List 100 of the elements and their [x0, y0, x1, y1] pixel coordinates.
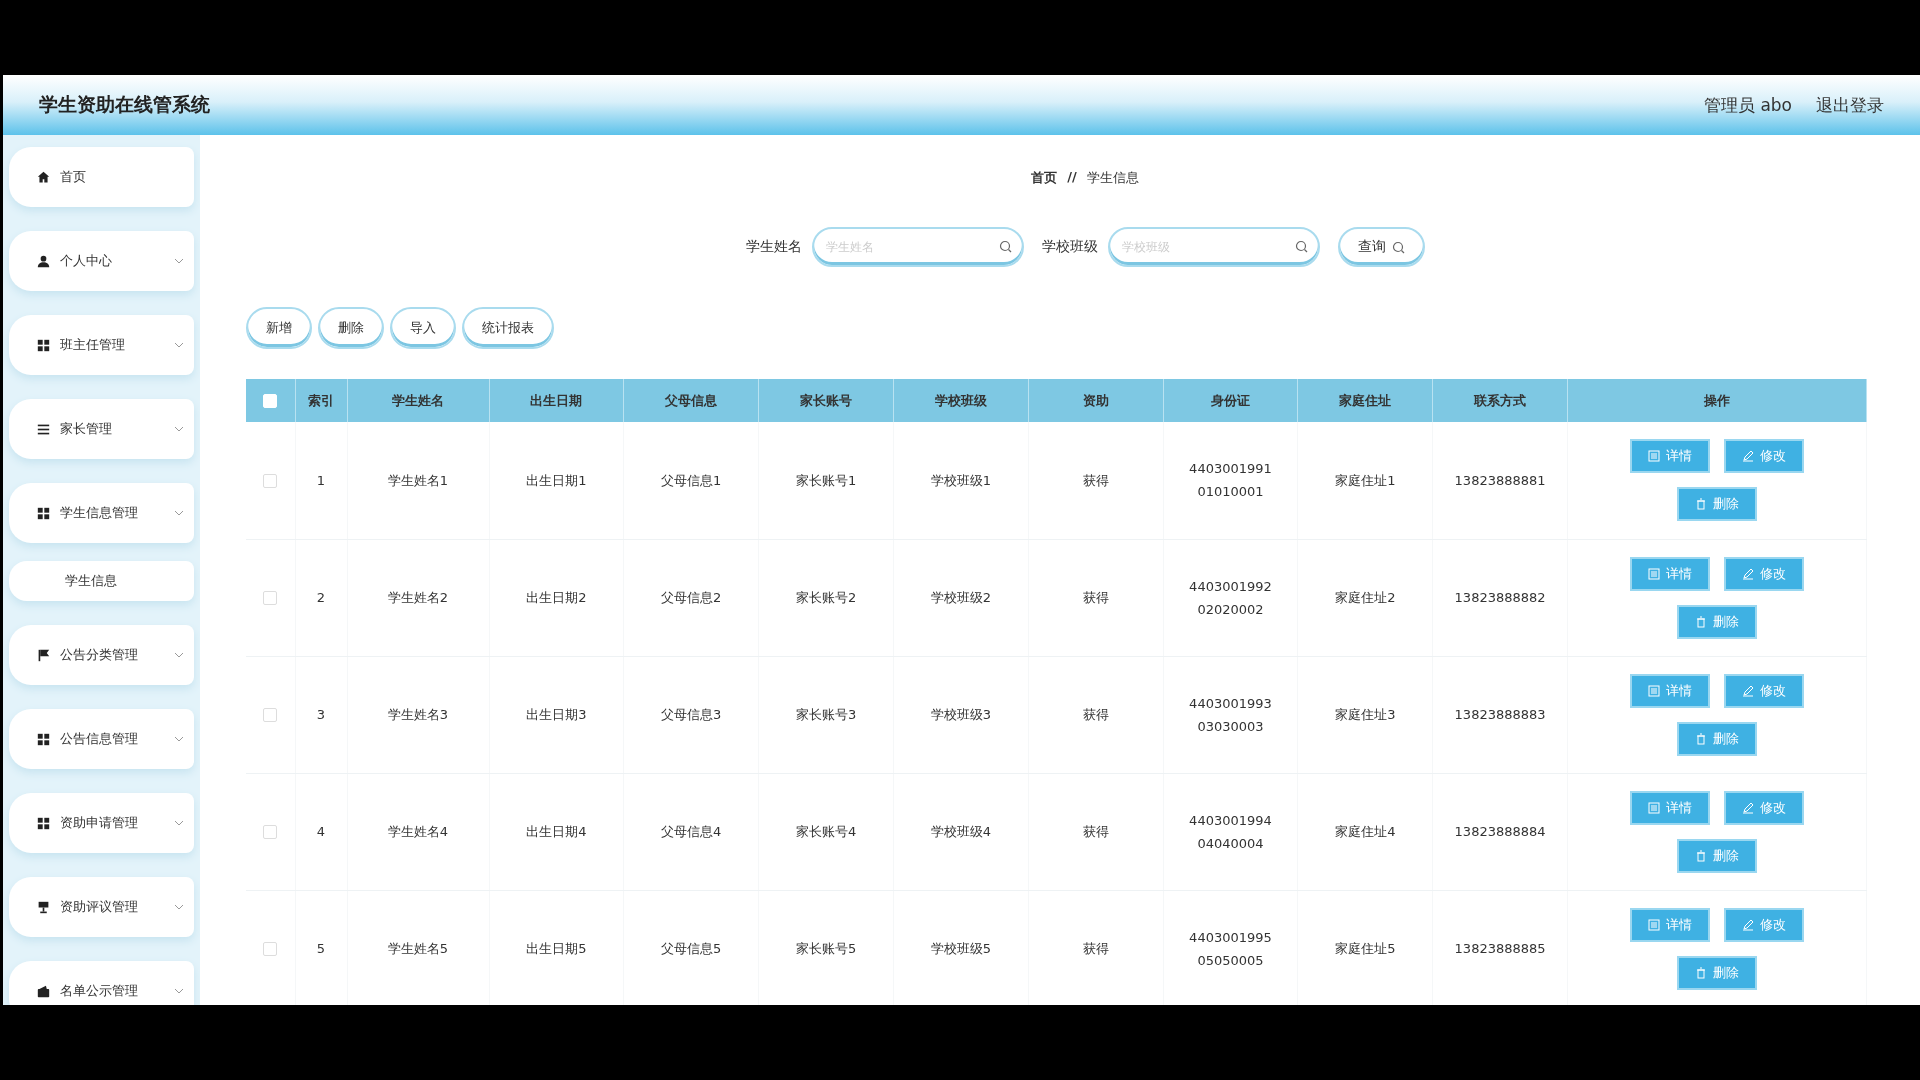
column-header: 操作	[1567, 379, 1867, 422]
column-header: 家长账号	[758, 379, 894, 422]
table-cell-text: 父母信息3	[660, 706, 723, 724]
document-icon	[1648, 684, 1660, 697]
select-all-checkbox[interactable]	[263, 394, 278, 409]
column-header: 学校班级	[893, 379, 1029, 422]
table-cell-text: 学生姓名5	[386, 940, 450, 958]
column-header: 索引	[295, 379, 347, 422]
column-header: 家庭住址	[1297, 379, 1433, 422]
sidebar-item[interactable]: 班主任管理	[9, 315, 194, 375]
chevron-icon	[174, 508, 184, 518]
user-icon	[37, 254, 50, 268]
sidebar-item[interactable]: 学生信息管理	[9, 483, 194, 543]
table-cell-text: 4	[315, 823, 327, 841]
table-cell-text: 父母信息4	[660, 823, 723, 841]
trash-icon	[1695, 849, 1707, 862]
app-title: 学生资助在线管系统	[39, 92, 210, 117]
row-checkbox[interactable]	[263, 591, 278, 606]
column-header: 联系方式	[1432, 379, 1568, 422]
flag-icon	[37, 648, 50, 662]
breadcrumb-item[interactable]: 首页	[1031, 169, 1058, 187]
table-cell-text: 出生日期3	[525, 706, 588, 724]
chevron-icon	[174, 902, 184, 912]
table-cell-text: 获得	[1081, 589, 1110, 607]
table-cell-text: 学校班级4	[929, 823, 992, 841]
table-cell-text: 父母信息5	[660, 940, 723, 958]
user-name: 管理员 abo	[1704, 93, 1792, 117]
search-icon	[1294, 240, 1308, 253]
pencil-icon	[1742, 801, 1754, 814]
search-button[interactable]: 查询	[1337, 227, 1425, 267]
table-cell-text: 学生姓名4	[386, 823, 450, 841]
table-cell-text: 13823888881	[1453, 471, 1547, 490]
chevron-icon	[174, 818, 184, 828]
pencil-icon	[1742, 567, 1754, 580]
trash-icon	[1695, 966, 1707, 979]
pencil-icon	[1742, 450, 1754, 463]
sidebar-item[interactable]: 个人中心	[9, 231, 194, 291]
sidebar-item[interactable]: 公告分类管理	[9, 625, 194, 685]
search-icon	[1391, 240, 1405, 254]
table-cell-text: 学生姓名3	[386, 706, 450, 724]
table-cell-text: 家长账号5	[794, 940, 858, 958]
sidebar-item[interactable]: 首页	[9, 147, 194, 207]
sidebar-item[interactable]: 名单公示管理	[9, 961, 194, 1005]
sidebar-item[interactable]: 公告信息管理	[9, 709, 194, 769]
table-cell-text: 家庭住址2	[1334, 589, 1397, 607]
column-header: 父母信息	[623, 379, 759, 422]
row-checkbox[interactable]	[263, 942, 278, 957]
action-button[interactable]: 统计报表	[462, 307, 554, 349]
sidebar-item[interactable]: 资助评议管理	[9, 877, 194, 937]
table-cell-text: 1	[315, 471, 327, 490]
table-cell-text: 5	[315, 940, 327, 958]
table-cell-text: 出生日期5	[525, 940, 588, 958]
table-cell-text: 440300199505050005	[1188, 928, 1273, 970]
chevron-icon	[174, 256, 184, 266]
table-cell-text: 获得	[1081, 823, 1110, 841]
table-cell-text: 学校班级2	[929, 589, 992, 607]
document-icon	[1648, 801, 1660, 814]
action-button[interactable]: 删除	[318, 307, 384, 349]
list-icon	[37, 422, 50, 436]
sidebar-item[interactable]: 家长管理	[9, 399, 194, 459]
document-icon	[1648, 567, 1660, 580]
table-cell-text: 13823888885	[1453, 940, 1547, 958]
table-cell-text: 家庭住址5	[1334, 940, 1397, 958]
column-header: 出生日期	[489, 379, 624, 422]
home-icon	[37, 170, 50, 184]
table-cell-text: 13823888882	[1453, 589, 1547, 607]
podium-icon	[37, 900, 50, 914]
sidebar-item[interactable]: 资助申请管理	[9, 793, 194, 853]
grid-icon	[37, 506, 50, 520]
chevron-icon	[174, 734, 184, 744]
action-button[interactable]: 新增	[246, 307, 312, 349]
row-checkbox[interactable]	[263, 474, 278, 488]
table-cell-text: 3	[315, 706, 327, 724]
grid-icon	[37, 816, 50, 830]
table-cell-text: 获得	[1081, 940, 1110, 958]
wallet-icon	[37, 984, 50, 998]
trash-icon	[1695, 732, 1707, 745]
table-cell-text: 父母信息1	[660, 471, 723, 490]
trash-icon	[1695, 615, 1707, 628]
column-header: 身份证	[1163, 379, 1298, 422]
table-cell-text: 父母信息2	[660, 589, 723, 607]
pencil-icon	[1742, 918, 1754, 931]
table-cell-text: 学生姓名2	[386, 589, 450, 607]
document-icon	[1648, 450, 1660, 463]
table-cell-text: 家庭住址1	[1334, 471, 1397, 490]
table-cell-text: 家长账号4	[794, 823, 858, 841]
table-cell-text: 获得	[1081, 706, 1110, 724]
table-cell-text: 出生日期1	[525, 471, 588, 490]
row-checkbox[interactable]	[263, 825, 278, 840]
table-cell-text: 学生姓名1	[386, 471, 450, 490]
table-cell-text: 家长账号1	[794, 471, 858, 490]
column-header: 资助	[1028, 379, 1164, 422]
table-cell-text: 440300199202020002	[1188, 577, 1273, 619]
action-button[interactable]: 导入	[390, 307, 456, 349]
sidebar-subitem[interactable]: 学生信息	[9, 561, 194, 601]
logout-link[interactable]: 退出登录	[1816, 93, 1884, 117]
column-header: 学生姓名	[347, 379, 489, 422]
table-cell-text: 家长账号3	[794, 706, 858, 724]
table-cell-text: 440300199101010001	[1188, 460, 1273, 502]
row-checkbox[interactable]	[263, 708, 278, 723]
